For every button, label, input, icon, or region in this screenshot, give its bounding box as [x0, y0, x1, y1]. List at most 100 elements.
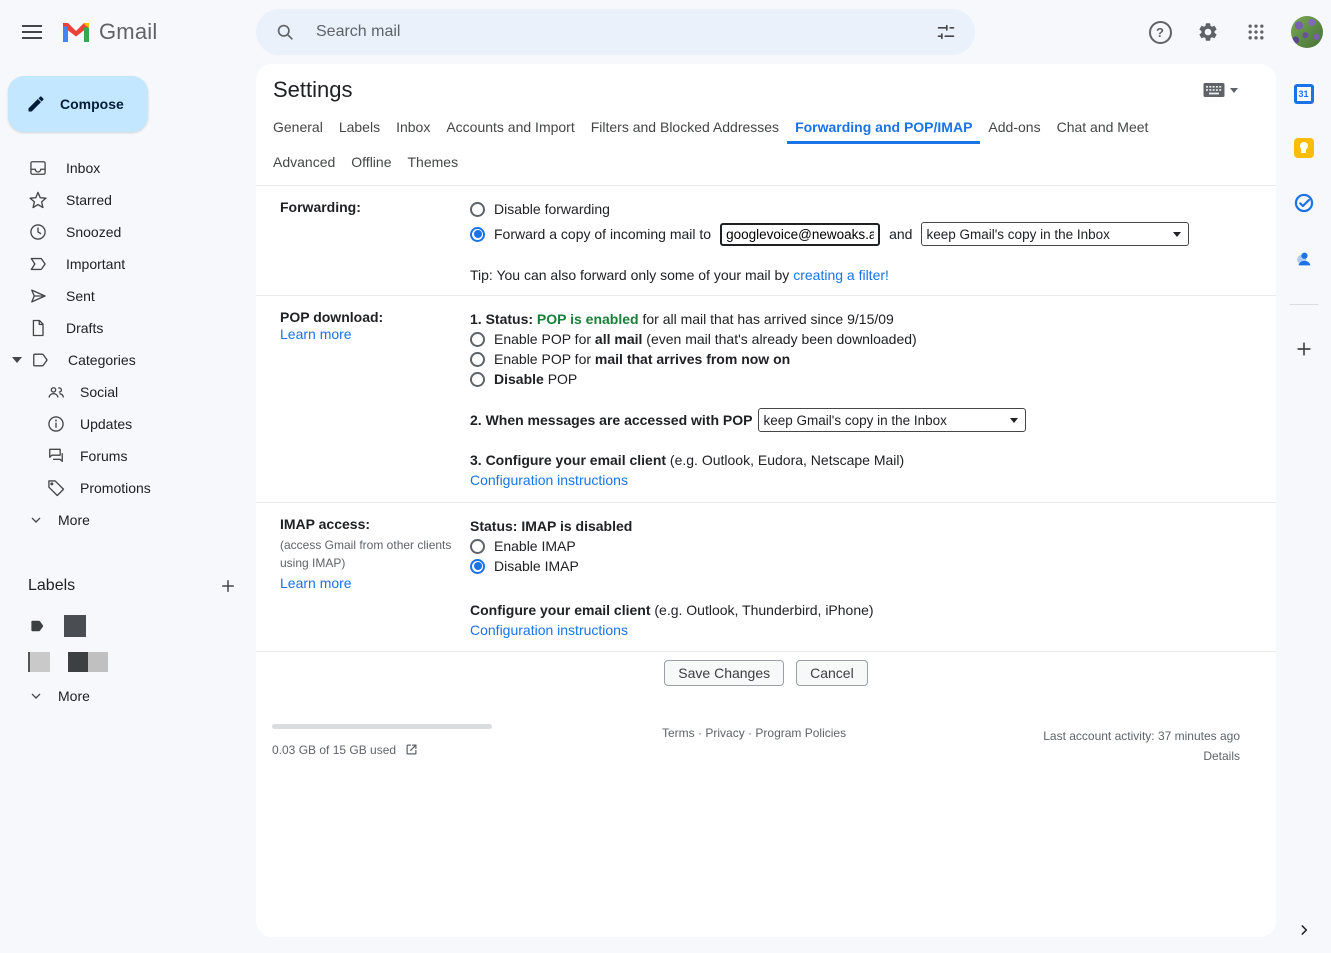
labels-title: Labels: [28, 577, 75, 595]
forward-copy-radio-row[interactable]: Forward a copy of incoming mail to and k…: [470, 222, 1252, 246]
google-contacts-icon[interactable]: [1293, 248, 1315, 270]
disable-imap-radio[interactable]: [470, 559, 485, 574]
sidebar-item-categories[interactable]: Categories: [0, 344, 256, 376]
disable-forwarding-radio-row[interactable]: Disable forwarding: [470, 199, 1252, 219]
caret-down-icon[interactable]: [12, 357, 22, 363]
details-link[interactable]: Details: [1203, 749, 1240, 763]
labels-more[interactable]: More: [0, 680, 256, 712]
search-bar[interactable]: [256, 9, 975, 55]
page-title: Settings: [273, 77, 353, 103]
tab-add-ons[interactable]: Add-ons: [980, 109, 1048, 144]
imap-learn-more-link[interactable]: Learn more: [280, 575, 352, 591]
disable-pop-radio-row[interactable]: Disable POP: [470, 369, 1252, 389]
google-apps-grid-icon[interactable]: [1235, 11, 1277, 53]
divider: [1290, 304, 1318, 305]
get-add-ons-plus-icon[interactable]: [1294, 339, 1314, 359]
create-label-plus-icon[interactable]: [212, 570, 244, 602]
storage-usage-text: 0.03 GB of 15 GB used: [272, 743, 396, 757]
last-account-activity: Last account activity: 37 minutes ago: [1043, 726, 1240, 746]
tab-accounts-and-import[interactable]: Accounts and Import: [438, 109, 582, 144]
pop-action-select[interactable]: keep Gmail's copy in the Inbox: [763, 413, 1021, 428]
user-label-row[interactable]: [0, 608, 256, 644]
disable-pop-radio[interactable]: [470, 372, 485, 387]
hide-side-panel-chevron-icon[interactable]: [1276, 923, 1331, 937]
enable-pop-all-mail-radio-row[interactable]: Enable POP for all mail (even mail that'…: [470, 329, 1252, 349]
google-calendar-icon[interactable]: 31: [1294, 84, 1314, 104]
chevron-down-icon: [28, 512, 44, 528]
tab-inbox[interactable]: Inbox: [388, 109, 438, 144]
forward-email-input[interactable]: [720, 223, 880, 246]
tab-forwarding-and-pop-imap[interactable]: Forwarding and POP/IMAP: [787, 109, 980, 144]
sidebar-item-sent[interactable]: Sent: [0, 280, 256, 312]
redacted-label-name: [68, 652, 108, 672]
pop-action-select-wrap[interactable]: keep Gmail's copy in the Inbox: [758, 408, 1026, 432]
sidebar-item-label: Important: [66, 256, 125, 272]
sidebar-item-inbox[interactable]: Inbox: [0, 152, 256, 184]
user-label-row[interactable]: [0, 644, 256, 680]
forwarding-action-select-wrap[interactable]: keep Gmail's copy in the Inbox: [921, 222, 1189, 246]
pop-step3-line: 3. Configure your email client (e.g. Out…: [470, 450, 1252, 470]
tab-filters-and-blocked-addresses[interactable]: Filters and Blocked Addresses: [583, 109, 787, 144]
cancel-button[interactable]: Cancel: [796, 660, 868, 686]
pop-configuration-instructions-link[interactable]: Configuration instructions: [470, 472, 628, 488]
star-icon: [28, 190, 48, 210]
google-tasks-icon[interactable]: [1293, 192, 1315, 214]
tab-chat-and-meet[interactable]: Chat and Meet: [1049, 109, 1157, 144]
redacted-label-icon: [28, 652, 50, 672]
input-tools-toggle[interactable]: [1203, 82, 1238, 98]
status-prefix: 1. Status:: [470, 311, 537, 327]
forwarding-action-select[interactable]: keep Gmail's copy in the Inbox: [926, 227, 1184, 242]
tab-advanced[interactable]: Advanced: [265, 144, 343, 179]
search-input[interactable]: [314, 22, 925, 42]
search-icon[interactable]: [264, 11, 306, 53]
help-icon[interactable]: ?: [1139, 11, 1181, 53]
enable-pop-from-now-radio[interactable]: [470, 352, 485, 367]
gmail-logo[interactable]: Gmail: [62, 19, 157, 45]
sidebar-item-drafts[interactable]: Drafts: [0, 312, 256, 344]
disable-imap-radio-row[interactable]: Disable IMAP: [470, 556, 1252, 576]
sidebar-item-starred[interactable]: Starred: [0, 184, 256, 216]
enable-imap-radio-row[interactable]: Enable IMAP: [470, 536, 1252, 556]
sidebar-item-more[interactable]: More: [0, 504, 256, 536]
tab-themes[interactable]: Themes: [400, 144, 467, 179]
sidebar-item-forums[interactable]: Forums: [0, 440, 256, 472]
tab-offline[interactable]: Offline: [343, 144, 399, 179]
account-avatar[interactable]: [1291, 16, 1323, 48]
sidebar-item-label: Updates: [80, 416, 132, 432]
google-keep-icon[interactable]: [1294, 138, 1314, 158]
terms-link[interactable]: Terms: [662, 726, 695, 740]
label-tag-icon: [28, 617, 46, 635]
pop-learn-more-link[interactable]: Learn more: [280, 326, 352, 342]
forward-copy-radio[interactable]: [470, 227, 485, 242]
imap-configuration-instructions-link[interactable]: Configuration instructions: [470, 622, 628, 638]
search-options-icon[interactable]: [925, 11, 967, 53]
imap-status-line: Status: IMAP is disabled: [470, 516, 1252, 536]
enable-pop-from-now-radio-row[interactable]: Enable POP for mail that arrives from no…: [470, 349, 1252, 369]
info-icon: [46, 414, 66, 434]
sidebar-item-label: Sent: [66, 288, 95, 304]
enable-pop-all-mail-radio[interactable]: [470, 332, 485, 347]
tab-general[interactable]: General: [265, 109, 331, 144]
disable-forwarding-radio[interactable]: [470, 202, 485, 217]
tab-labels[interactable]: Labels: [331, 109, 388, 144]
program-policies-link[interactable]: Program Policies: [755, 726, 846, 740]
sidebar-item-snoozed[interactable]: Snoozed: [0, 216, 256, 248]
sidebar-item-label: Drafts: [66, 320, 103, 336]
creating-a-filter-link[interactable]: creating a filter!: [793, 267, 889, 283]
privacy-link[interactable]: Privacy: [705, 726, 744, 740]
hamburger-menu-icon[interactable]: [8, 8, 56, 56]
sidebar-item-promotions[interactable]: Promotions: [0, 472, 256, 504]
radio-label: Forward a copy of incoming mail to: [494, 224, 711, 244]
save-changes-button[interactable]: Save Changes: [664, 660, 784, 686]
sidebar-item-important[interactable]: Important: [0, 248, 256, 280]
open-in-new-icon[interactable]: [404, 742, 419, 757]
enable-imap-radio[interactable]: [470, 539, 485, 554]
compose-button[interactable]: Compose: [8, 76, 148, 132]
step3-bold: 3. Configure your email client: [470, 452, 666, 468]
sidebar-item-social[interactable]: Social: [0, 376, 256, 408]
settings-footer: 0.03 GB of 15 GB used Terms · Privacy · …: [272, 724, 1240, 757]
settings-gear-icon[interactable]: [1187, 11, 1229, 53]
sidebar-item-updates[interactable]: Updates: [0, 408, 256, 440]
left-sidebar: Compose Inbox Starred Snoozed Important …: [0, 64, 256, 953]
imap-configure-line: Configure your email client (e.g. Outloo…: [470, 600, 1252, 620]
